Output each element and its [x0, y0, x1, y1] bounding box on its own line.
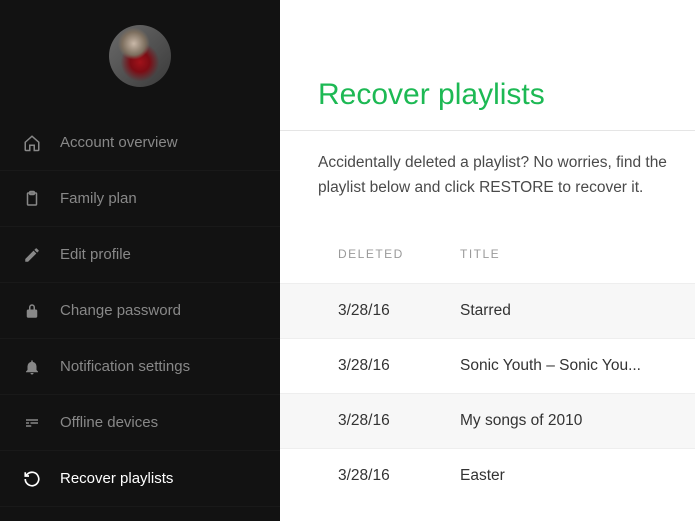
table-row: 3/28/16 Sonic Youth – Sonic You...: [280, 338, 695, 393]
table-row: 3/28/16 My songs of 2010: [280, 393, 695, 448]
cell-title: Starred: [460, 302, 695, 320]
avatar-container: [0, 0, 280, 115]
devices-icon: [18, 414, 46, 432]
cell-deleted: 3/28/16: [338, 357, 460, 375]
sidebar-item-edit-profile[interactable]: Edit profile: [0, 227, 280, 283]
home-icon: [18, 134, 46, 152]
sidebar-item-label: Account overview: [60, 134, 262, 151]
refresh-icon: [18, 470, 46, 488]
column-header-title: TITLE: [460, 247, 695, 261]
cell-title: My songs of 2010: [460, 412, 695, 430]
sidebar-item-label: Offline devices: [60, 414, 262, 431]
cell-deleted: 3/28/16: [338, 302, 460, 320]
main-content: Recover playlists Accidentally deleted a…: [280, 0, 695, 521]
sidebar-item-offline-devices[interactable]: Offline devices: [0, 395, 280, 451]
table-header: DELETED TITLE: [280, 225, 695, 283]
cell-title: Sonic Youth – Sonic You...: [460, 357, 695, 375]
sidebar-item-account-overview[interactable]: Account overview: [0, 115, 280, 171]
clipboard-icon: [18, 190, 46, 208]
sidebar-item-label: Family plan: [60, 190, 262, 207]
cell-deleted: 3/28/16: [338, 412, 460, 430]
column-header-deleted: DELETED: [338, 247, 460, 261]
cell-title: Easter: [460, 467, 695, 485]
lock-icon: [18, 302, 46, 320]
page-description: Accidentally deleted a playlist? No worr…: [280, 131, 695, 225]
sidebar-item-notification-settings[interactable]: Notification settings: [0, 339, 280, 395]
avatar[interactable]: [109, 25, 171, 87]
bell-icon: [18, 358, 46, 376]
sidebar-item-label: Change password: [60, 302, 262, 319]
sidebar-item-recover-playlists[interactable]: Recover playlists: [0, 451, 280, 507]
sidebar-item-family-plan[interactable]: Family plan: [0, 171, 280, 227]
sidebar: Account overview Family plan Edit profil…: [0, 0, 280, 521]
sidebar-item-label: Edit profile: [60, 246, 262, 263]
playlists-table: DELETED TITLE 3/28/16 Starred 3/28/16 So…: [280, 225, 695, 503]
sidebar-item-change-password[interactable]: Change password: [0, 283, 280, 339]
sidebar-item-label: Recover playlists: [60, 470, 262, 487]
sidebar-item-label: Notification settings: [60, 358, 262, 375]
table-row: 3/28/16 Easter: [280, 448, 695, 503]
pencil-icon: [18, 246, 46, 264]
cell-deleted: 3/28/16: [338, 467, 460, 485]
page-title: Recover playlists: [280, 0, 695, 131]
table-row: 3/28/16 Starred: [280, 283, 695, 338]
